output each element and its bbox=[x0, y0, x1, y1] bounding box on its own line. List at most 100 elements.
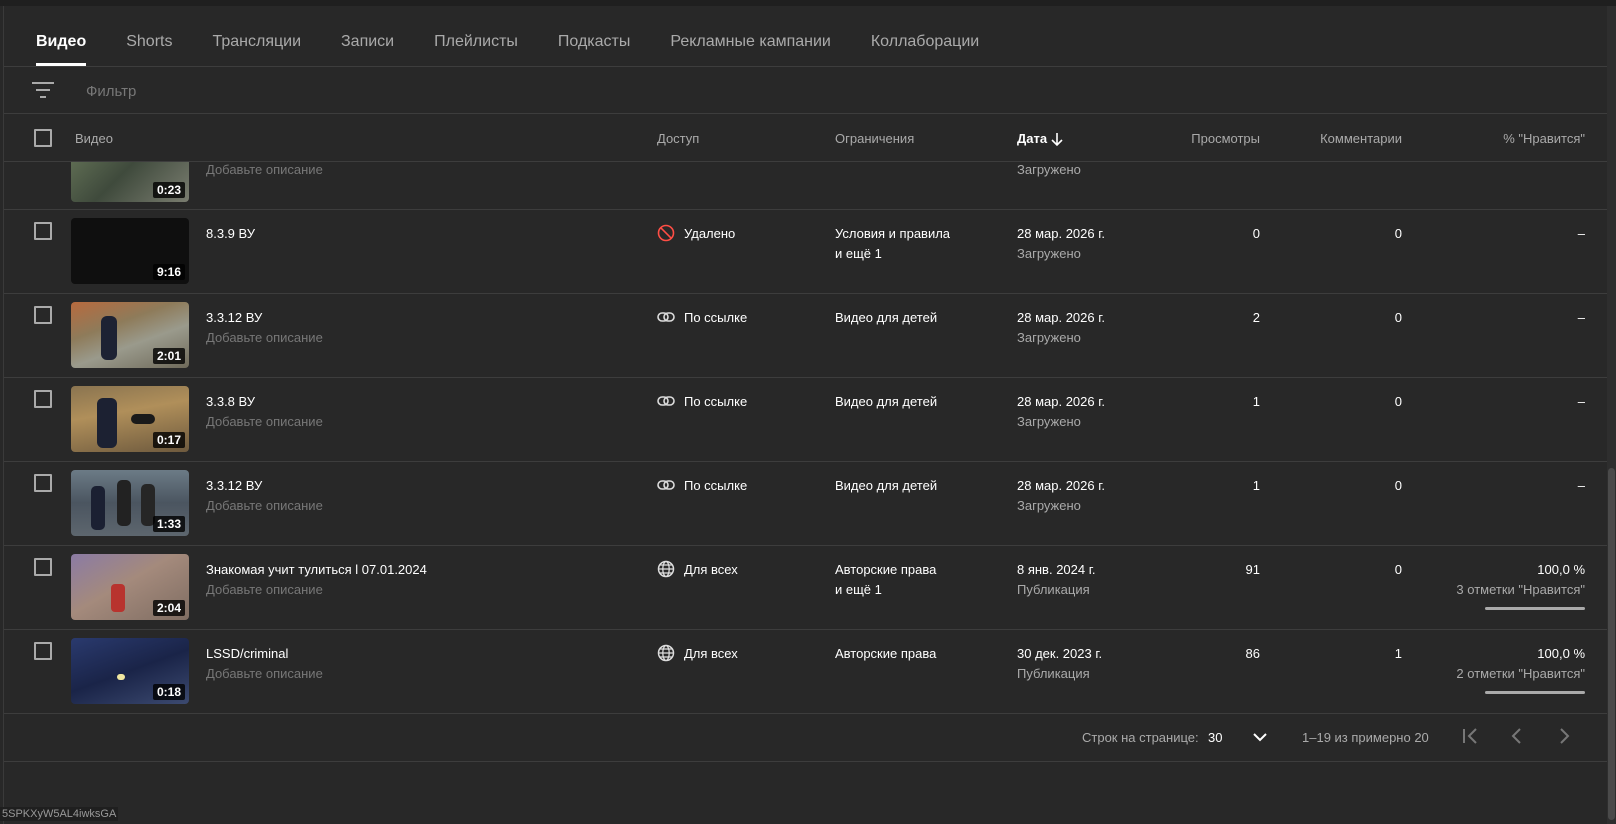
filter-icon[interactable] bbox=[32, 82, 54, 98]
video-description[interactable]: Добавьте описание bbox=[206, 666, 323, 681]
rows-per-page-value[interactable]: 30 bbox=[1208, 730, 1222, 745]
tab-posts[interactable]: Записи bbox=[341, 26, 394, 66]
duration-badge: 0:17 bbox=[152, 432, 185, 448]
tab-live[interactable]: Трансляции bbox=[212, 26, 301, 66]
restriction-label[interactable]: Видео для детей bbox=[835, 310, 937, 325]
video-description[interactable]: Добавьте описание bbox=[206, 498, 323, 513]
visibility-label[interactable]: По ссылке bbox=[684, 478, 747, 493]
visibility-label[interactable]: По ссылке bbox=[684, 310, 747, 325]
video-title[interactable]: Знакомая учит тулиться l 07.01.2024 bbox=[206, 562, 427, 577]
row-divider bbox=[4, 377, 1610, 378]
tab-podcasts[interactable]: Подкасты bbox=[558, 26, 630, 66]
filter-input[interactable] bbox=[86, 78, 586, 104]
views-count: 91 bbox=[1245, 562, 1260, 577]
restriction-label[interactable]: Авторские права bbox=[835, 646, 936, 661]
restriction-label[interactable]: Видео для детей bbox=[835, 478, 937, 493]
video-thumbnail[interactable]: 0:18 bbox=[71, 638, 189, 704]
date-status: Публикация bbox=[1017, 666, 1090, 681]
date-status: Загружено bbox=[1017, 162, 1081, 177]
visibility-label[interactable]: Для всех bbox=[684, 562, 738, 577]
views-count: 86 bbox=[1245, 646, 1260, 661]
tab-playlists[interactable]: Плейлисты bbox=[434, 26, 518, 66]
comments-count: 0 bbox=[1394, 478, 1402, 493]
sort-arrow-down-icon[interactable] bbox=[1050, 131, 1064, 147]
column-header-restrictions[interactable]: Ограничения bbox=[835, 131, 914, 146]
visibility-label[interactable]: Удалено bbox=[684, 226, 735, 241]
scrollbar-thumb[interactable] bbox=[1608, 468, 1615, 820]
video-thumbnail[interactable]: 9:16 bbox=[71, 218, 189, 284]
duration-badge: 0:18 bbox=[152, 684, 185, 700]
date-value: 30 дек. 2023 г. bbox=[1017, 646, 1103, 661]
video-thumbnail[interactable]: 2:04 bbox=[71, 554, 189, 620]
date-value: 28 мар. 2026 г. bbox=[1017, 394, 1105, 409]
tab-shorts[interactable]: Shorts bbox=[126, 26, 172, 66]
row-divider bbox=[4, 293, 1610, 294]
row-divider bbox=[4, 461, 1610, 462]
video-thumbnail[interactable]: 1:33 bbox=[71, 470, 189, 536]
restriction-label[interactable]: Авторские права bbox=[835, 562, 936, 577]
likes-percent: – bbox=[1577, 394, 1585, 409]
tab-promotions[interactable]: Рекламные кампании bbox=[670, 26, 830, 66]
likes-percent: – bbox=[1577, 478, 1585, 493]
date-status: Загружено bbox=[1017, 414, 1081, 429]
video-description[interactable]: Добавьте описание bbox=[206, 414, 323, 429]
video-thumbnail[interactable]: 0:23 bbox=[71, 162, 189, 202]
column-header-views[interactable]: Просмотры bbox=[1140, 131, 1260, 146]
duration-badge: 2:04 bbox=[152, 600, 185, 616]
video-title[interactable]: LSSD/criminal bbox=[206, 646, 288, 661]
comments-count: 0 bbox=[1394, 226, 1402, 241]
duration-badge: 9:16 bbox=[152, 264, 185, 280]
row-checkbox[interactable] bbox=[34, 558, 52, 576]
video-title[interactable]: 3.3.12 ВУ bbox=[206, 310, 262, 325]
likes-percent: – bbox=[1577, 310, 1585, 325]
column-header-access[interactable]: Доступ bbox=[657, 131, 699, 146]
date-value: 28 мар. 2026 г. bbox=[1017, 226, 1105, 241]
column-header-date[interactable]: Дата bbox=[1017, 131, 1047, 146]
row-checkbox[interactable] bbox=[34, 306, 52, 324]
video-description[interactable]: Добавьте описание bbox=[206, 330, 323, 345]
tab-videos[interactable]: Видео bbox=[36, 26, 87, 66]
restriction-label[interactable]: Видео для детей bbox=[835, 394, 937, 409]
next-page-icon[interactable] bbox=[1550, 722, 1578, 750]
likes-percent: 100,0 % bbox=[1537, 646, 1585, 661]
column-header-comments[interactable]: Комментарии bbox=[1282, 131, 1402, 146]
duration-badge: 2:01 bbox=[152, 348, 185, 364]
first-page-icon[interactable] bbox=[1456, 722, 1484, 750]
left-border bbox=[3, 6, 4, 824]
previous-page-icon[interactable] bbox=[1503, 722, 1531, 750]
comments-count: 1 bbox=[1394, 646, 1402, 661]
video-thumbnail[interactable]: 0:17 bbox=[71, 386, 189, 452]
visibility-label[interactable]: Для всех bbox=[684, 646, 738, 661]
row-checkbox[interactable] bbox=[34, 390, 52, 408]
video-description[interactable]: Добавьте описание bbox=[206, 582, 323, 597]
restriction-extra: и ещё 1 bbox=[835, 582, 882, 597]
video-title[interactable]: 8.3.9 ВУ bbox=[206, 226, 255, 241]
date-status: Загружено bbox=[1017, 246, 1081, 261]
date-status: Публикация bbox=[1017, 582, 1090, 597]
select-all-checkbox[interactable] bbox=[34, 129, 52, 147]
row-checkbox[interactable] bbox=[34, 474, 52, 492]
chevron-down-icon[interactable] bbox=[1252, 731, 1268, 743]
row-checkbox[interactable] bbox=[34, 642, 52, 660]
visibility-label[interactable]: По ссылке bbox=[684, 394, 747, 409]
row-checkbox[interactable] bbox=[34, 222, 52, 240]
rows-per-page-label: Строк на странице: bbox=[1082, 730, 1199, 745]
video-title[interactable]: 3.3.12 ВУ bbox=[206, 478, 262, 493]
restriction-label[interactable]: Условия и правила bbox=[835, 226, 950, 241]
date-value: 28 мар. 2026 г. bbox=[1017, 310, 1105, 325]
likes-percent: – bbox=[1577, 226, 1585, 241]
column-header-video: Видео bbox=[75, 131, 113, 146]
row-divider bbox=[4, 209, 1610, 210]
likes-ratio-bar bbox=[1485, 691, 1585, 694]
tab-collaborations[interactable]: Коллаборации bbox=[871, 26, 979, 66]
top-border bbox=[0, 0, 1616, 6]
video-title[interactable]: 3.3.8 ВУ bbox=[206, 394, 255, 409]
video-thumbnail[interactable]: 2:01 bbox=[71, 302, 189, 368]
column-header-likes[interactable]: % "Нравится" bbox=[1425, 131, 1585, 146]
views-count: 2 bbox=[1252, 310, 1260, 325]
video-description[interactable]: Добавьте описание bbox=[206, 162, 323, 177]
likes-ratio-bar bbox=[1485, 607, 1585, 610]
content-panel bbox=[0, 0, 1610, 824]
globe-icon bbox=[657, 644, 675, 662]
row-divider bbox=[4, 713, 1610, 714]
